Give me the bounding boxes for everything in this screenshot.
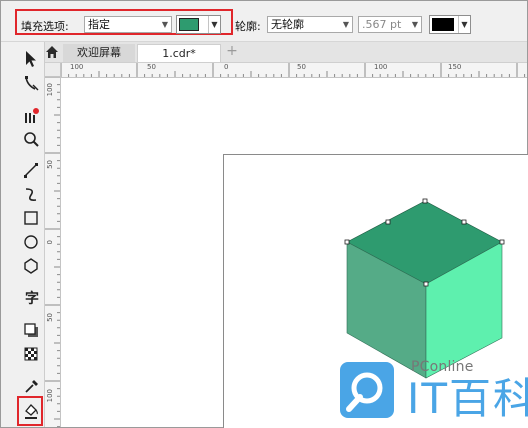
ruler-label: 0 <box>46 240 54 245</box>
polygon-icon <box>24 258 38 274</box>
node-handle[interactable] <box>499 239 505 245</box>
chevron-down-icon: ▼ <box>411 20 418 29</box>
shape-tool[interactable] <box>21 74 43 94</box>
fill-color-picker[interactable]: ▼ <box>176 15 221 34</box>
ellipse-icon <box>24 235 38 249</box>
text-tool[interactable]: 字 <box>21 288 43 308</box>
outline-width-value: .567 pt <box>362 18 402 31</box>
ruler-label: 50 <box>297 63 306 71</box>
watermark-brand: PConline <box>411 359 474 375</box>
outline-width-select[interactable]: .567 pt ▼ <box>358 16 422 33</box>
ruler-label: 100 <box>46 83 54 97</box>
pointer-icon <box>26 51 36 67</box>
outline-color-picker[interactable]: ▼ <box>429 15 471 34</box>
eyedropper-tool[interactable] <box>21 376 43 396</box>
vertical-ruler[interactable]: 100 50 0 50 100 <box>45 77 61 427</box>
outline-color-swatch <box>432 18 454 31</box>
property-bar: 填充选项: 指定 ▼ ▼ 轮廓: 无轮廓 ▼ .567 pt ▼ ▼ <box>1 1 527 42</box>
outline-label: 轮廓: <box>235 20 261 33</box>
node-edit-icon <box>25 76 39 91</box>
node-handle[interactable] <box>461 219 467 225</box>
ruler-label: 50 <box>46 160 54 169</box>
transparency-tool[interactable] <box>21 344 43 364</box>
coreldraw-window: 填充选项: 指定 ▼ ▼ 轮廓: 无轮廓 ▼ .567 pt ▼ ▼ 欢迎屏幕 … <box>0 0 528 428</box>
text-icon: 字 <box>25 290 39 307</box>
drop-shadow-tool[interactable] <box>21 320 43 340</box>
rectangle-tool[interactable] <box>21 208 43 228</box>
ruler-label: 100 <box>374 63 388 71</box>
ellipse-tool[interactable] <box>21 232 43 252</box>
zoom-tool[interactable] <box>21 130 43 150</box>
node-handle[interactable] <box>423 281 429 287</box>
crop-icon <box>25 108 39 123</box>
tab-welcome-screen[interactable]: 欢迎屏幕 <box>63 44 135 62</box>
freehand-tool[interactable] <box>21 160 43 180</box>
ruler-corner[interactable] <box>45 63 61 77</box>
rectangle-icon <box>24 211 38 225</box>
fill-mode-value: 指定 <box>88 18 110 31</box>
line-draw-icon <box>24 163 38 178</box>
ruler-label: 100 <box>46 389 54 403</box>
add-tab-icon[interactable]: + <box>225 44 239 59</box>
fill-color-swatch <box>179 18 199 31</box>
document-tab-strip: 欢迎屏幕 1.cdr* + <box>1 42 527 63</box>
tab-document[interactable]: 1.cdr* <box>137 44 221 62</box>
crop-tool[interactable] <box>21 106 43 126</box>
chevron-down-icon: ▼ <box>161 20 168 29</box>
interactive-fill-tool[interactable] <box>21 401 43 421</box>
outline-select[interactable]: 无轮廓 ▼ <box>267 16 353 33</box>
checkerboard-icon <box>24 347 38 361</box>
svg-text:字: 字 <box>25 290 39 307</box>
ruler-label: 150 <box>448 63 462 71</box>
ruler-label: 50 <box>147 63 156 71</box>
paint-bucket-icon <box>25 404 38 419</box>
magnifier-icon <box>24 132 39 147</box>
node-handle[interactable] <box>344 239 350 245</box>
eyedropper-icon <box>25 380 38 393</box>
pick-tool[interactable] <box>21 49 43 69</box>
drop-shadow-icon <box>24 323 38 337</box>
node-handle[interactable] <box>385 219 391 225</box>
ruler-ticks <box>45 77 60 427</box>
ruler-label: 50 <box>46 313 54 322</box>
curve-icon <box>25 188 37 201</box>
horizontal-ruler[interactable]: 100 50 0 50 100 150 <box>61 63 527 78</box>
toolbox: 字 <box>1 42 45 427</box>
fill-options-label: 填充选项: <box>21 20 69 33</box>
outline-value: 无轮廓 <box>271 18 304 31</box>
ruler-label: 100 <box>70 63 84 71</box>
watermark-name: IT百科 <box>407 374 528 423</box>
artistic-media-tool[interactable] <box>21 184 43 204</box>
home-icon[interactable] <box>44 44 60 60</box>
polygon-tool[interactable] <box>21 256 43 276</box>
chevron-down-icon: ▼ <box>458 16 470 33</box>
pconline-logo <box>339 361 395 419</box>
node-handle[interactable] <box>422 198 428 204</box>
chevron-down-icon: ▼ <box>208 16 220 33</box>
ruler-label: 0 <box>224 63 229 71</box>
fill-mode-select[interactable]: 指定 ▼ <box>84 16 172 33</box>
chevron-down-icon: ▼ <box>342 20 349 29</box>
